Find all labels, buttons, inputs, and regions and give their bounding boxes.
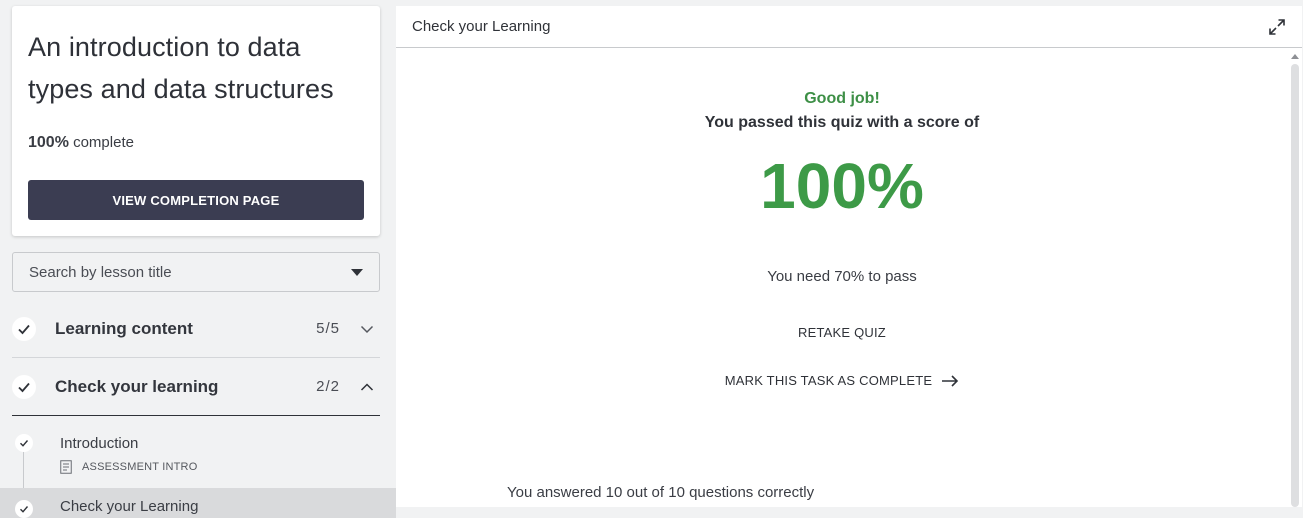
sidebar: An introduction to data types and data s…	[0, 0, 396, 518]
section-count: 2/2	[316, 378, 340, 395]
lesson-type-label: ASSESSMENT INTRO	[82, 461, 198, 473]
expand-icon[interactable]	[1268, 18, 1286, 36]
caret-down-icon	[351, 268, 363, 276]
search-placeholder: Search by lesson title	[29, 263, 172, 281]
chevron-up-icon[interactable]	[360, 380, 374, 394]
passed-text: You passed this quiz with a score of	[704, 114, 980, 131]
check-icon	[15, 434, 33, 452]
course-card: An introduction to data types and data s…	[12, 6, 380, 236]
chevron-down-icon[interactable]	[360, 322, 374, 336]
pass-requirement-text: You need 70% to pass	[767, 268, 917, 285]
panel-title: Check your Learning	[412, 18, 551, 35]
check-icon	[12, 316, 36, 341]
retake-quiz-button[interactable]: RETAKE QUIZ	[798, 325, 886, 340]
scroll-thumb[interactable]	[1291, 64, 1299, 507]
arrow-right-icon	[942, 374, 959, 387]
mark-complete-label: MARK THIS TASK AS COMPLETE	[724, 373, 933, 388]
answered-summary: You answered 10 out of 10 questions corr…	[507, 484, 815, 501]
section-title: Check your learning	[55, 376, 219, 396]
section-count: 5/5	[316, 320, 340, 337]
quiz-score: 100%	[760, 150, 924, 222]
progress-value: 100%	[28, 134, 69, 151]
check-icon	[15, 500, 33, 518]
section-learning-content[interactable]: Learning content 5/5	[12, 300, 380, 358]
mark-task-complete-button[interactable]: MARK THIS TASK AS COMPLETE	[725, 373, 959, 388]
mark-complete-wrapper: MARK THIS TASK AS COMPLETE	[396, 372, 1288, 390]
retake-wrapper: RETAKE QUIZ	[396, 324, 1288, 342]
lesson-search-dropdown[interactable]: Search by lesson title	[12, 252, 380, 292]
section-title: Learning content	[55, 318, 193, 338]
course-progress: 100% complete	[28, 134, 364, 152]
scrollbar[interactable]	[1291, 54, 1299, 507]
lesson-title: Introduction	[60, 435, 139, 452]
lesson-item-check-your-learning[interactable]: Check your Learning	[0, 488, 396, 518]
view-completion-page-button[interactable]: VIEW COMPLETION PAGE	[28, 180, 364, 220]
panel-header: Check your Learning	[396, 6, 1302, 48]
good-job-text: Good job!	[804, 90, 880, 107]
quiz-panel: Check your Learning Good job! You passed…	[396, 6, 1302, 507]
check-icon	[12, 374, 36, 399]
document-icon	[60, 460, 72, 474]
progress-suffix: complete	[73, 134, 134, 151]
section-check-your-learning[interactable]: Check your learning 2/2	[12, 358, 380, 416]
lesson-item-introduction[interactable]: Introduction ASSESSMENT INTRO	[12, 428, 396, 510]
scroll-up-arrow-icon[interactable]	[1291, 54, 1299, 59]
course-title: An introduction to data types and data s…	[28, 32, 334, 104]
lesson-type: ASSESSMENT INTRO	[60, 460, 197, 474]
